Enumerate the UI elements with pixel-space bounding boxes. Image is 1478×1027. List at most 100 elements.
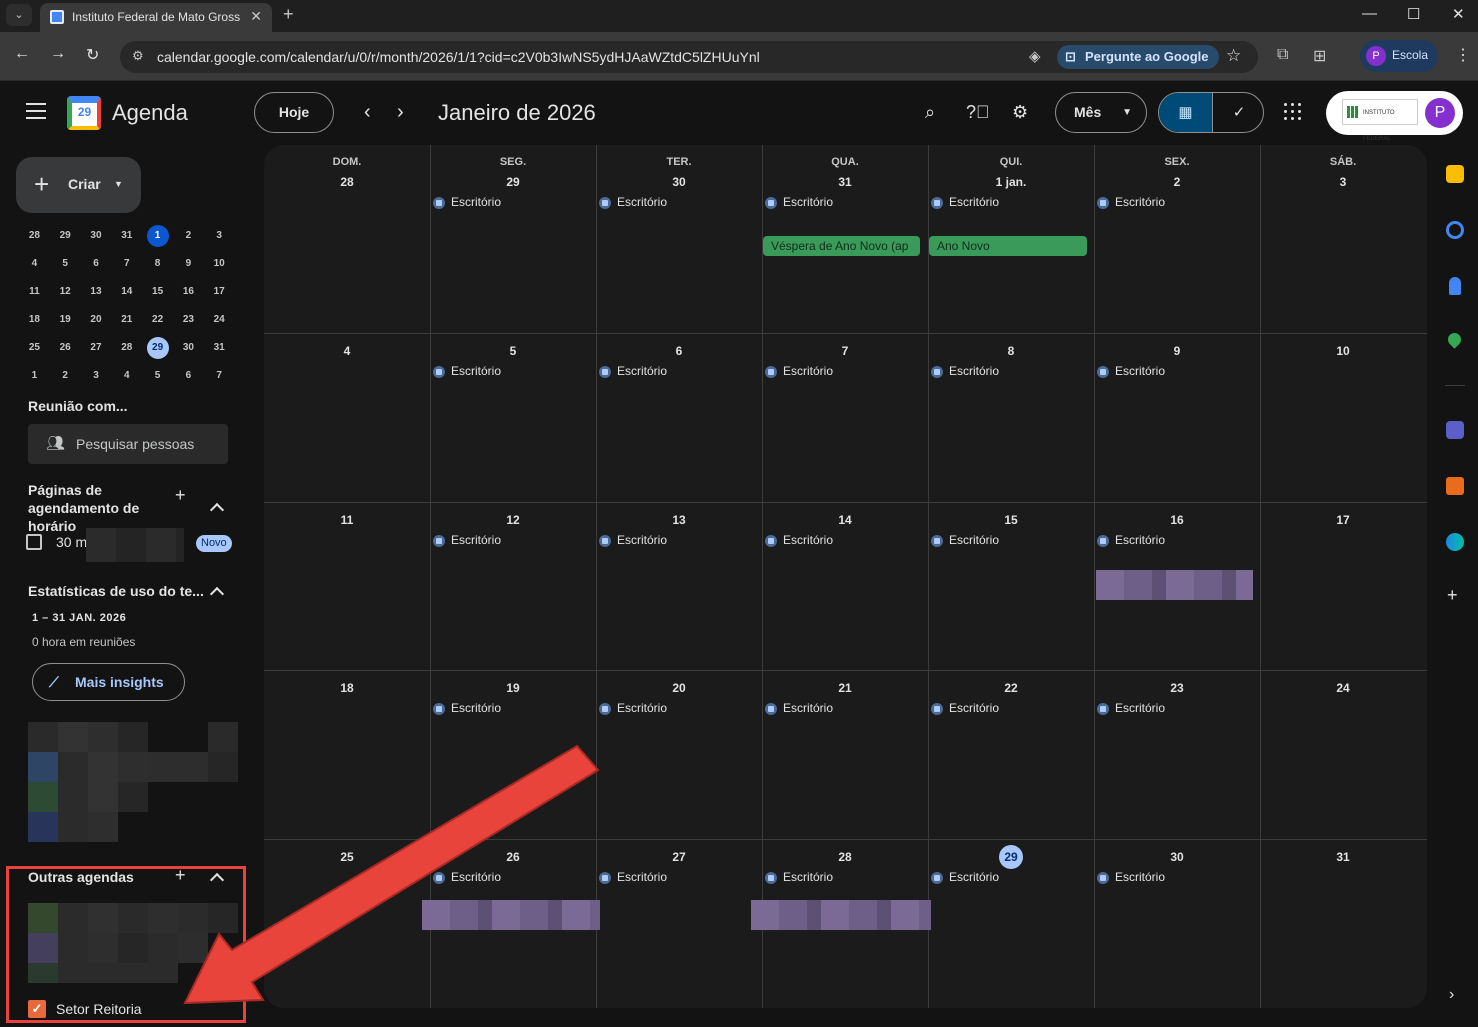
- day-number[interactable]: 28: [264, 175, 430, 189]
- day-number[interactable]: 14: [762, 513, 928, 527]
- mini-calendar-day[interactable]: 26: [50, 334, 81, 362]
- day-number[interactable]: 15: [928, 513, 1094, 527]
- tasks-view-icon[interactable]: ✓: [1212, 93, 1263, 132]
- forward-icon[interactable]: →: [50, 45, 66, 63]
- mini-calendar-day[interactable]: 31: [204, 334, 235, 362]
- bookmark-star-icon[interactable]: ☆: [1226, 46, 1241, 66]
- browser-menu-icon[interactable]: ⋮: [1455, 45, 1471, 65]
- mini-calendar-day[interactable]: 1: [142, 222, 173, 250]
- redacted-event[interactable]: [751, 900, 931, 930]
- create-button[interactable]: + Criar ▼: [16, 157, 141, 213]
- day-number[interactable]: 10: [1260, 344, 1426, 358]
- help-icon[interactable]: ?⃝: [966, 102, 990, 123]
- day-number[interactable]: 29: [928, 845, 1094, 869]
- mini-calendar-day[interactable]: 8: [142, 250, 173, 278]
- add-addon-icon[interactable]: +: [1447, 585, 1458, 606]
- mini-calendar-day[interactable]: 23: [173, 306, 204, 334]
- day-number[interactable]: 24: [1260, 681, 1426, 695]
- day-number[interactable]: 5: [430, 344, 596, 358]
- view-selector[interactable]: Mês ▼: [1055, 92, 1147, 133]
- mini-calendar-day[interactable]: 30: [173, 334, 204, 362]
- redacted-event[interactable]: [1096, 570, 1253, 600]
- address-bar[interactable]: ⚙ calendar.google.com/calendar/u/0/r/mon…: [120, 41, 1258, 73]
- webex-icon[interactable]: [1446, 533, 1464, 551]
- collapse-chevron-icon[interactable]: [209, 502, 225, 518]
- setor-reitoria-label[interactable]: Setor Reitoria: [56, 1001, 142, 1017]
- mini-calendar-day[interactable]: 24: [204, 306, 235, 334]
- day-number[interactable]: 13: [596, 513, 762, 527]
- mini-calendar-day[interactable]: 11: [19, 278, 50, 306]
- mini-calendar-day[interactable]: 14: [111, 278, 142, 306]
- mini-calendar-day[interactable]: 22: [142, 306, 173, 334]
- today-button[interactable]: Hoje: [254, 92, 334, 133]
- minimize-icon[interactable]: —: [1362, 5, 1377, 22]
- mini-calendar-day[interactable]: 15: [142, 278, 173, 306]
- translate-icon[interactable]: ⧉: [1277, 46, 1288, 64]
- day-number[interactable]: 7: [762, 344, 928, 358]
- day-number[interactable]: 26: [430, 850, 596, 864]
- maps-icon[interactable]: [1445, 330, 1464, 349]
- collapse-chevron-icon[interactable]: [209, 586, 225, 602]
- mini-calendar-day[interactable]: 31: [111, 222, 142, 250]
- day-number[interactable]: 27: [596, 850, 762, 864]
- holiday-event-chip[interactable]: Ano Novo: [929, 236, 1087, 256]
- day-number[interactable]: 8: [928, 344, 1094, 358]
- settings-gear-icon[interactable]: ⚙: [1012, 102, 1028, 123]
- mini-calendar-day[interactable]: 5: [142, 362, 173, 390]
- mini-calendar-day[interactable]: 6: [81, 250, 112, 278]
- day-number[interactable]: 4: [264, 344, 430, 358]
- day-number[interactable]: 19: [430, 681, 596, 695]
- day-number[interactable]: 9: [1094, 344, 1260, 358]
- mini-calendar-day[interactable]: 4: [111, 362, 142, 390]
- site-settings-icon[interactable]: ⚙: [132, 48, 144, 64]
- mini-calendar-day[interactable]: 19: [50, 306, 81, 334]
- mini-calendar-day[interactable]: 7: [111, 250, 142, 278]
- keep-icon[interactable]: [1446, 165, 1464, 183]
- lens-icon[interactable]: ◈: [1029, 47, 1041, 65]
- day-number[interactable]: 22: [928, 681, 1094, 695]
- holiday-event-chip[interactable]: Véspera de Ano Novo (ap: [763, 236, 920, 256]
- account-chip[interactable]: INSTITUTO FEDERAL P: [1326, 91, 1463, 142]
- day-number[interactable]: 30: [1094, 850, 1260, 864]
- day-number[interactable]: 29: [430, 175, 596, 189]
- next-period-icon[interactable]: ›: [397, 101, 404, 124]
- add-calendar-icon[interactable]: +: [175, 865, 186, 886]
- mini-calendar-day[interactable]: 29: [142, 334, 173, 362]
- mini-calendar-day[interactable]: 21: [111, 306, 142, 334]
- day-number[interactable]: 16: [1094, 513, 1260, 527]
- mini-calendar-day[interactable]: 3: [204, 222, 235, 250]
- url-text[interactable]: calendar.google.com/calendar/u/0/r/month…: [157, 49, 760, 65]
- close-tab-icon[interactable]: ✕: [250, 8, 262, 25]
- day-number[interactable]: 23: [1094, 681, 1260, 695]
- day-number[interactable]: 2: [1094, 175, 1260, 189]
- mini-calendar-day[interactable]: 10: [204, 250, 235, 278]
- reload-icon[interactable]: ↻: [86, 45, 99, 65]
- mini-calendar-day[interactable]: 5: [50, 250, 81, 278]
- teams-icon[interactable]: [1446, 421, 1464, 439]
- mini-calendar-day[interactable]: 30: [81, 222, 112, 250]
- mini-calendar-day[interactable]: 28: [111, 334, 142, 362]
- browser-tab[interactable]: Instituto Federal de Mato Grosso ✕: [40, 3, 272, 32]
- day-number[interactable]: 11: [264, 513, 430, 527]
- day-number[interactable]: 20: [596, 681, 762, 695]
- redacted-event[interactable]: [422, 900, 600, 930]
- mini-calendar-day[interactable]: 16: [173, 278, 204, 306]
- maximize-icon[interactable]: ☐: [1407, 5, 1420, 23]
- day-number[interactable]: 31: [1260, 850, 1426, 864]
- day-number[interactable]: 12: [430, 513, 596, 527]
- tab-search-chevron-icon[interactable]: ⌄: [6, 4, 32, 26]
- back-icon[interactable]: ←: [14, 45, 30, 63]
- main-menu-icon[interactable]: [26, 103, 46, 119]
- add-booking-icon[interactable]: +: [175, 485, 186, 506]
- search-icon[interactable]: ⌕: [925, 102, 935, 123]
- calendar-view-icon[interactable]: ▦: [1159, 93, 1212, 132]
- day-number[interactable]: 1 jan.: [928, 175, 1094, 189]
- setor-reitoria-checkbox[interactable]: ✓: [28, 1000, 46, 1018]
- mini-calendar-day[interactable]: 25: [19, 334, 50, 362]
- mini-calendar-day[interactable]: 20: [81, 306, 112, 334]
- more-insights-button[interactable]: ⟋ Mais insights: [32, 663, 185, 701]
- google-apps-icon[interactable]: [1284, 103, 1301, 120]
- expand-panel-icon[interactable]: ›: [1449, 986, 1454, 1004]
- day-number[interactable]: 25: [264, 850, 430, 864]
- day-number[interactable]: 21: [762, 681, 928, 695]
